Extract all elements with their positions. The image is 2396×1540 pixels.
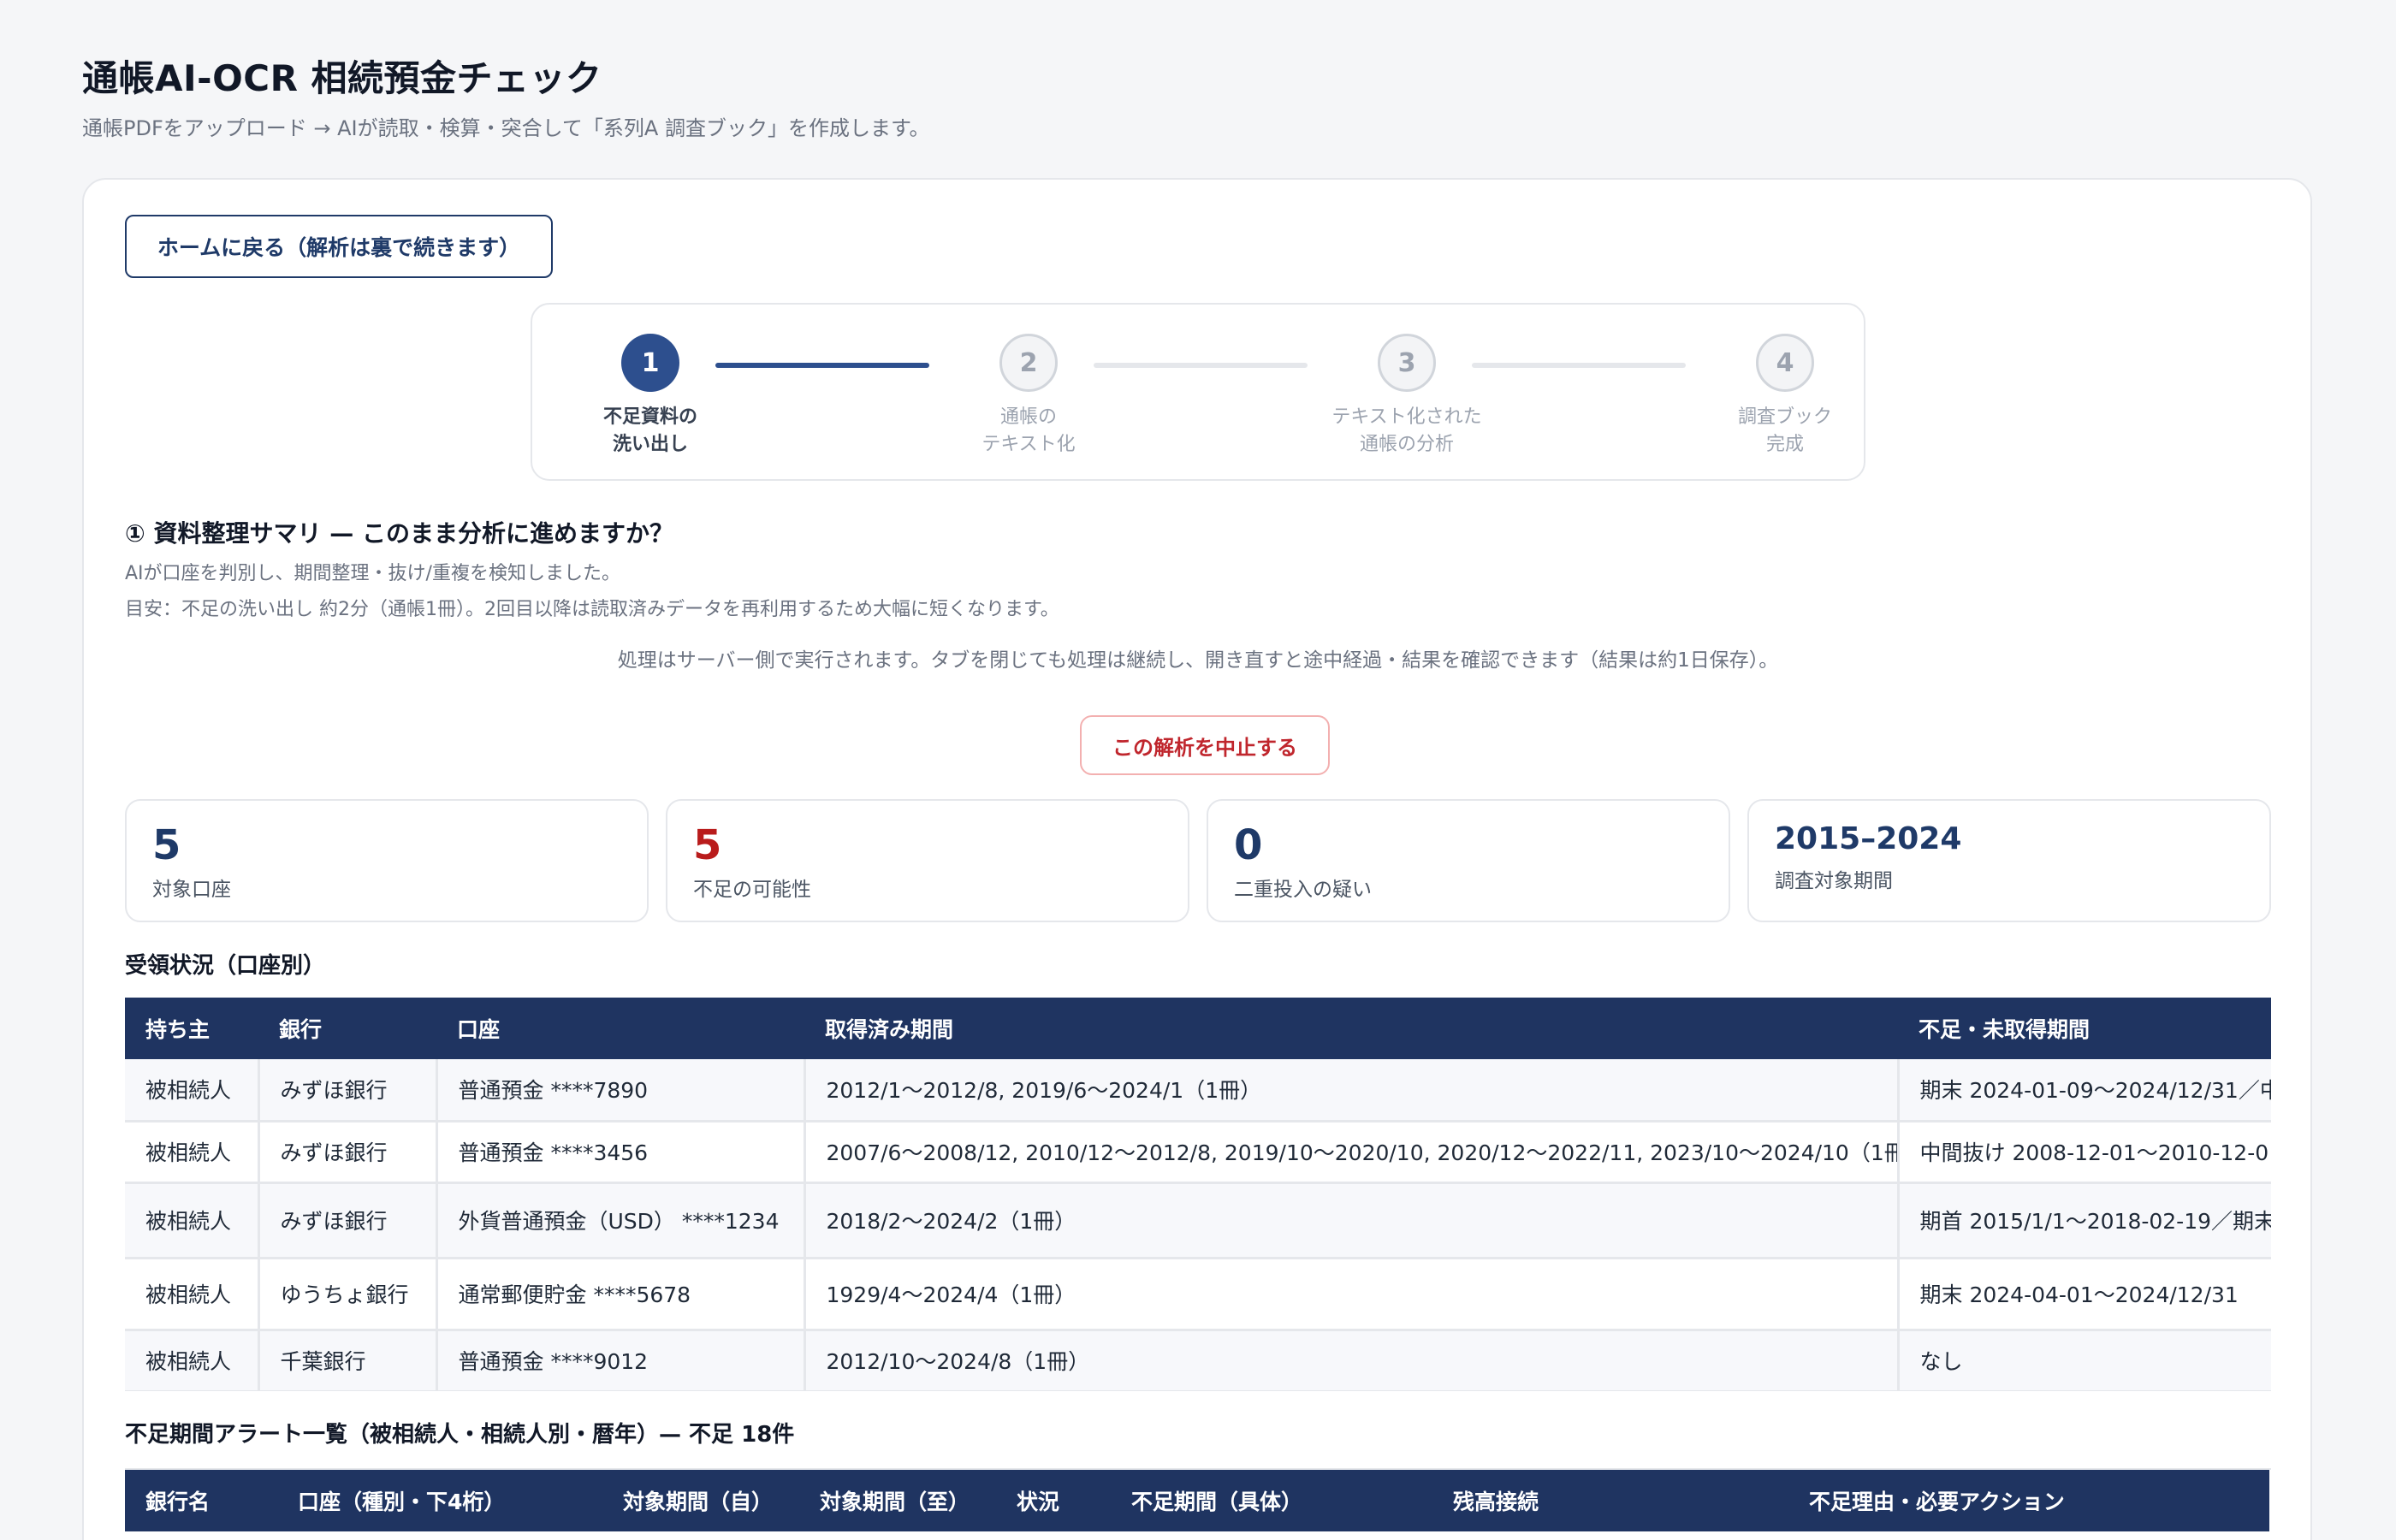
step-number-3: 3 <box>1378 334 1436 392</box>
col-account-type: 口座（種別・下4桁） <box>277 1470 602 1531</box>
receipt-table-wrap[interactable]: 持ち主 銀行 口座 取得済み期間 不足・未取得期間 被相続人 みずほ銀行 普通預… <box>125 998 2271 1391</box>
stat-card-shortage: 5 不足の可能性 <box>666 799 1189 922</box>
table-row: 被相続人 みずほ銀行 普通預金 ****7890 2012/1〜2012/8, … <box>125 1059 2271 1122</box>
cell-obtained: 1929/4〜2024/4（1冊） <box>804 1258 1900 1331</box>
cell-account: 通常郵便貯金 ****5678 <box>436 1258 806 1331</box>
stat-label-duplicate: 二重投入の疑い <box>1234 879 1372 901</box>
stat-value-shortage: 5 <box>693 821 722 869</box>
page-subtitle: 通帳PDFをアップロード → AIが読取・検算・突合して「系列A 調査ブック」を… <box>82 116 930 140</box>
col-bank: 銀行 <box>258 998 436 1059</box>
summary-estimate: 目安：不足の洗い出し 約2分（通帳1冊）。2回目以降は読取済みデータを再利用する… <box>125 599 1059 620</box>
server-note: 処理はサーバー側で実行されます。タブを閉じても処理は継続し、開き直すと途中経過・… <box>617 649 1779 672</box>
receipt-table: 持ち主 銀行 口座 取得済み期間 不足・未取得期間 被相続人 みずほ銀行 普通預… <box>125 998 2271 1391</box>
cell-bank: ゆうちょ銀行 <box>258 1258 438 1331</box>
cell-account: 外貨普通預金（USD） ****1234 <box>436 1182 806 1259</box>
cell-bank: みずほ銀行 <box>258 1121 438 1184</box>
progress-stepper: 1 不足資料の 洗い出し 2 通帳の テキスト化 3 テキスト化された 通帳の分… <box>531 303 1865 481</box>
step-connector-3 <box>1472 363 1686 368</box>
col-period-to: 対象期間（至） <box>799 1470 996 1531</box>
step-number-1: 1 <box>621 334 679 392</box>
step-2: 2 通帳の テキスト化 <box>934 334 1123 459</box>
col-missing-detail: 不足期間（具体） <box>1111 1470 1432 1531</box>
receipt-section-title: 受領状況（口座別） <box>125 953 326 979</box>
receipt-header-row: 持ち主 銀行 口座 取得済み期間 不足・未取得期間 <box>125 998 2271 1059</box>
step-number-2: 2 <box>999 334 1058 392</box>
cell-account: 普通預金 ****3456 <box>436 1121 806 1184</box>
col-obtained-period: 取得済み期間 <box>804 998 1898 1059</box>
summary-description: AIが口座を判別し、期間整理・抜け/重複を検知しました。 <box>125 563 620 584</box>
cell-owner: 被相続人 <box>125 1258 260 1331</box>
stat-label-period: 調査対象期間 <box>1775 870 1893 892</box>
cell-account: 普通預金 ****7890 <box>436 1059 806 1122</box>
cell-missing: 期末 2024-01-09〜2024/12/31／中 <box>1898 1059 2271 1122</box>
alerts-header-row: 銀行名 口座（種別・下4桁） 対象期間（自） 対象期間（至） 状況 不足期間（具… <box>125 1470 2269 1531</box>
cell-obtained: 2012/1〜2012/8, 2019/6〜2024/1（1冊） <box>804 1059 1900 1122</box>
stat-value-duplicate: 0 <box>1234 821 1263 869</box>
cell-obtained: 2007/6〜2008/12, 2010/12〜2012/8, 2019/10〜… <box>804 1121 1900 1184</box>
abort-analysis-button[interactable]: この解析を中止する <box>1080 715 1330 775</box>
stat-label-accounts: 対象口座 <box>152 879 231 901</box>
col-period-from: 対象期間（自） <box>602 1470 799 1531</box>
col-owner: 持ち主 <box>125 998 258 1059</box>
step-connector-1 <box>715 363 929 368</box>
table-row: 被相続人 ゆうちょ銀行 通常郵便貯金 ****5678 1929/4〜2024/… <box>125 1258 2271 1331</box>
cell-bank: みずほ銀行 <box>258 1182 438 1259</box>
table-row: 被相続人 みずほ銀行 普通預金 ****3456 2007/6〜2008/12,… <box>125 1121 2271 1184</box>
step-connector-2 <box>1094 363 1308 368</box>
summary-heading: ① 資料整理サマリ — このまま分析に進めますか？ <box>125 519 673 548</box>
alerts-section-title: 不足期間アラート一覧（被相続人・相続人別・暦年）— 不足 18件 <box>125 1422 795 1448</box>
stat-value-period: 2015–2024 <box>1775 821 1962 856</box>
col-missing-period: 不足・未取得期間 <box>1898 998 2271 1059</box>
step-1: 1 不足資料の 洗い出し <box>556 334 744 459</box>
cell-missing: 期首 2015/1/1〜2018-02-19／期末 <box>1898 1182 2271 1259</box>
table-row: 被相続人 千葉銀行 普通預金 ****9012 2012/10〜2024/8（1… <box>125 1330 2271 1391</box>
table-row: 被相続人 みずほ銀行 外貨普通預金（USD） ****1234 2018/2〜2… <box>125 1182 2271 1259</box>
cell-obtained: 2018/2〜2024/2（1冊） <box>804 1182 1900 1259</box>
step-3: 3 テキスト化された 通帳の分析 <box>1313 334 1501 459</box>
step-label-1: 不足資料の 洗い出し <box>602 406 697 455</box>
step-4: 4 調査ブック 完成 <box>1691 334 1879 459</box>
stat-card-accounts: 5 対象口座 <box>125 799 649 922</box>
cell-owner: 被相続人 <box>125 1182 260 1259</box>
cell-bank: みずほ銀行 <box>258 1059 438 1122</box>
alerts-table-wrap[interactable]: 銀行名 口座（種別・下4桁） 対象期間（自） 対象期間（至） 状況 不足期間（具… <box>125 1468 2271 1540</box>
cell-owner: 被相続人 <box>125 1330 260 1391</box>
home-button[interactable]: ホームに戻る（解析は裏で続きます） <box>125 215 553 278</box>
col-balance-link: 残高接続 <box>1432 1470 1788 1531</box>
col-status: 状況 <box>996 1470 1111 1531</box>
cell-missing: 期末 2024-04-01〜2024/12/31 <box>1898 1258 2271 1331</box>
col-reason-action: 不足理由・必要アクション <box>1788 1470 2269 1531</box>
col-bank-name: 銀行名 <box>125 1470 277 1531</box>
cell-owner: 被相続人 <box>125 1059 260 1122</box>
stat-label-shortage: 不足の可能性 <box>693 879 811 901</box>
cell-bank: 千葉銀行 <box>258 1330 438 1391</box>
cell-missing: なし <box>1898 1330 2271 1391</box>
cell-account: 普通預金 ****9012 <box>436 1330 806 1391</box>
step-label-4: 調査ブック 完成 <box>1737 406 1832 455</box>
step-label-2: 通帳の テキスト化 <box>982 406 1076 455</box>
page-title: 通帳AI-OCR 相続預金チェック <box>82 57 602 99</box>
alerts-table: 銀行名 口座（種別・下4桁） 対象期間（自） 対象期間（至） 状況 不足期間（具… <box>125 1470 2269 1531</box>
cell-obtained: 2012/10〜2024/8（1冊） <box>804 1330 1900 1391</box>
stat-value-accounts: 5 <box>152 821 181 869</box>
stat-card-duplicate: 0 二重投入の疑い <box>1207 799 1730 922</box>
stat-card-period: 2015–2024 調査対象期間 <box>1747 799 2271 922</box>
step-number-4: 4 <box>1756 334 1814 392</box>
step-label-3: テキスト化された 通帳の分析 <box>1331 406 1482 455</box>
cell-owner: 被相続人 <box>125 1121 260 1184</box>
col-account: 口座 <box>436 998 804 1059</box>
cell-missing: 中間抜け 2008-12-01〜2010-12-0 <box>1898 1121 2271 1184</box>
